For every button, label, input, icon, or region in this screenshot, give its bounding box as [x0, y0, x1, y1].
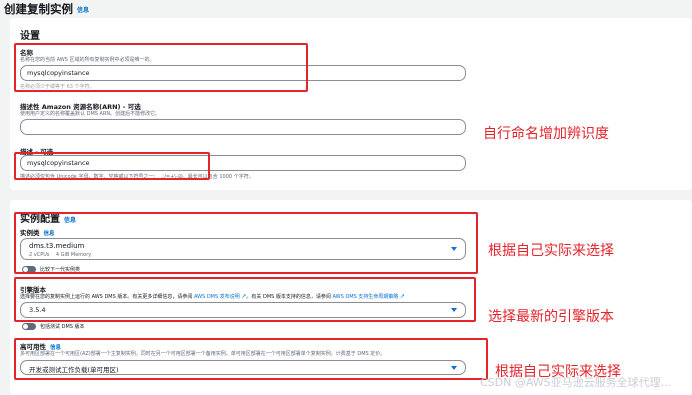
page-title-text: 创建复制实例	[4, 2, 73, 16]
info-link[interactable]: 信息	[77, 7, 89, 14]
page-title: 创建复制实例 信息	[4, 1, 89, 17]
beta-versions-label: 包括测试 DMS 版本	[40, 324, 85, 330]
settings-heading: 设置	[20, 31, 40, 42]
highlight-availability	[14, 338, 488, 380]
arn-description: 使用用户定义的名称覆盖默认 DMS ARN。创建后不能修改它。	[20, 111, 161, 117]
annotation-naming: 自行命名增加辨识度	[483, 126, 609, 142]
highlight-name	[14, 43, 308, 92]
beta-versions-toggle[interactable]	[22, 323, 36, 330]
highlight-description	[14, 152, 210, 180]
highlight-engine-version	[14, 277, 476, 322]
highlight-instance-class	[14, 212, 478, 274]
watermark: CSDN @AWS亚马逊云服务全球代理...	[480, 376, 672, 389]
annotation-engine-version: 选择最新的引擎版本	[488, 309, 614, 325]
arn-input[interactable]	[20, 119, 466, 135]
annotation-instance-class: 根据自己实际来选择	[488, 243, 614, 259]
